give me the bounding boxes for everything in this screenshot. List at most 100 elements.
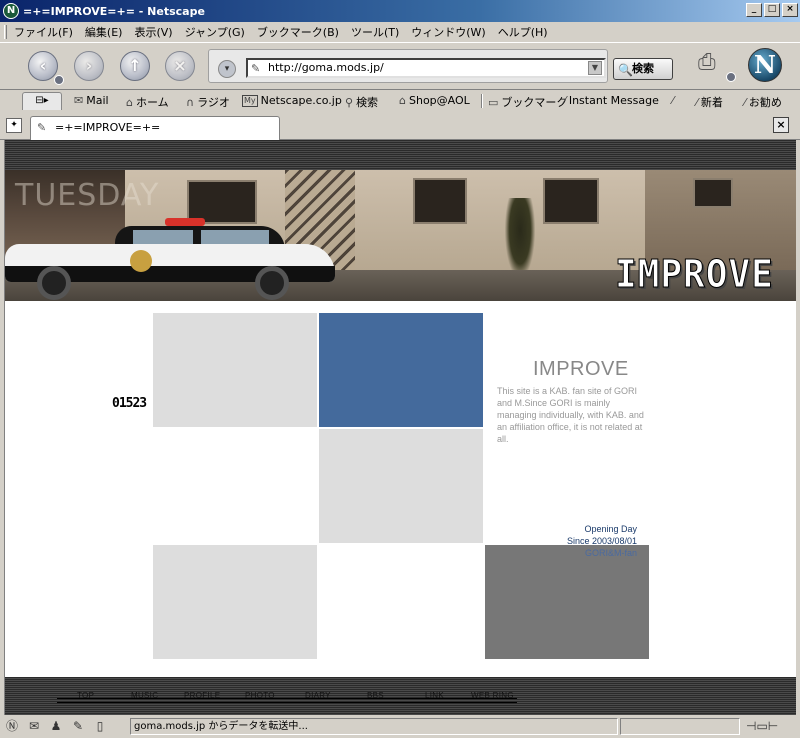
tile-light xyxy=(319,429,483,543)
netscape-status-icon[interactable]: Ⓝ xyxy=(4,719,20,734)
menu-help[interactable]: ヘルプ(H) xyxy=(498,24,548,40)
tab-improve[interactable]: ✎ =+=IMPROVE=+= xyxy=(30,116,280,140)
menu-file[interactable]: ファイル(F) xyxy=(14,24,73,40)
home-icon: ⌂ xyxy=(126,95,133,109)
opening-date: Since 2003/08/01 xyxy=(566,536,637,546)
banner-window xyxy=(413,178,467,224)
toolbar-item-recommended[interactable]: ⁄ お勧め xyxy=(744,94,782,110)
nav-link-diary[interactable]: DIARY xyxy=(305,691,331,701)
opening-label: Opening Day xyxy=(584,524,637,534)
banner-window xyxy=(543,178,599,224)
forward-button[interactable]: › xyxy=(74,51,104,81)
url-text: http://goma.mods.jp/ xyxy=(268,61,384,74)
print-icon[interactable]: ⎙ xyxy=(698,50,728,76)
visitor-counter: 01523 xyxy=(112,396,147,411)
online-status-icon[interactable]: ⊣▭⊢ xyxy=(746,719,778,733)
toolbar-item-netscape[interactable]: My Netscape.co.jp xyxy=(242,94,342,107)
stop-icon: × xyxy=(173,56,187,75)
site-description: This site is a KAB. fan site of GORI and… xyxy=(497,386,644,444)
nav-link-music[interactable]: MUSIC xyxy=(131,691,158,701)
toolbar-item-home[interactable]: ⌂ ホーム xyxy=(126,94,169,110)
page-icon: ✎ xyxy=(251,62,261,75)
link-icon: ⁄ xyxy=(564,94,566,107)
link-icon: ⁄ xyxy=(744,95,746,109)
netscape-logo-icon[interactable]: N xyxy=(748,48,782,82)
mail-icon[interactable]: ✉ xyxy=(26,719,42,734)
toolbar-item-shop[interactable]: ⌂ Shop@AOL xyxy=(399,94,470,107)
maximize-button[interactable]: □ xyxy=(764,3,780,17)
menu-tools[interactable]: ツール(T) xyxy=(351,24,399,40)
sidebar-toggle-button[interactable]: ⊟▸ xyxy=(22,92,62,110)
nav-link-top[interactable]: TOP xyxy=(77,691,94,701)
menu-view[interactable]: 表示(V) xyxy=(134,24,172,40)
radio-icon: ∩ xyxy=(186,95,195,109)
close-tab-button[interactable]: × xyxy=(773,117,789,133)
progress-bar xyxy=(620,718,740,735)
nav-link-photo[interactable]: PHOTO xyxy=(245,691,275,701)
footer-nav: TOP MUSIC PROFILE PHOTO DIARY BBS LINK W… xyxy=(57,691,517,703)
my-netscape-icon: My xyxy=(242,94,258,107)
minimize-button[interactable]: _ xyxy=(746,3,762,17)
toolbar-grip[interactable] xyxy=(4,25,7,39)
status-text: goma.mods.jp からデータを転送中... xyxy=(130,718,618,735)
back-history-dropdown[interactable] xyxy=(54,75,64,85)
nav-link-bbs[interactable]: BBS xyxy=(367,691,384,701)
page-icon: ✎ xyxy=(37,121,47,134)
window-title-bar[interactable]: N =+=IMPROVE=+= - Netscape _ □ × xyxy=(0,0,800,22)
menu-edit[interactable]: 編集(E) xyxy=(85,24,123,40)
header-banner-image: TUESDAY IMPROVE xyxy=(5,170,796,301)
reload-icon: ↑ xyxy=(128,56,142,75)
toolbar-item-new[interactable]: ⁄ 新着 xyxy=(696,94,723,110)
aim-icon[interactable]: ♟ xyxy=(48,719,64,734)
author-link[interactable]: GORI&M-fan xyxy=(525,547,637,559)
page-content: TUESDAY IMPROVE 01523 IMPROVE This site … xyxy=(4,140,796,715)
window-title: =+=IMPROVE=+= - Netscape xyxy=(23,4,205,18)
toolbar-item-extra[interactable]: ⁄ xyxy=(672,94,674,107)
url-dropdown-button[interactable]: ▼ xyxy=(588,61,602,75)
banner-police-car xyxy=(5,218,335,300)
mail-icon: ✉ xyxy=(74,94,84,107)
chevron-down-icon: ▾ xyxy=(224,64,230,74)
new-tab-icon[interactable]: ✦ xyxy=(6,118,22,133)
toolbar-item-search[interactable]: ⚲ 検索 xyxy=(345,94,378,110)
forward-arrow-icon: › xyxy=(85,56,93,75)
link-icon: ⁄ xyxy=(696,95,698,109)
opening-info: Opening Day Since 2003/08/01 GORI&M-fan xyxy=(525,523,637,559)
menu-bar: ファイル(F) 編集(E) 表示(V) ジャンプ(G) ブックマーク(B) ツー… xyxy=(0,22,800,42)
search-icon: ⚲ xyxy=(345,95,354,109)
go-button[interactable]: ▾ xyxy=(218,60,236,78)
nav-link-link[interactable]: LINK xyxy=(425,691,444,701)
tile-dark xyxy=(485,545,649,659)
url-input[interactable]: ✎ http://goma.mods.jp/ ▼ xyxy=(246,58,606,78)
personal-toolbar: ⊟▸ ✉ Mail ⌂ ホーム ∩ ラジオ My Netscape.co.jp ⚲ 検索 … xyxy=(0,90,800,112)
toolbar-item-instant-message[interactable]: ⁄ Instant Message xyxy=(564,94,659,107)
menu-window[interactable]: ウィンドウ(W) xyxy=(411,24,485,40)
window-controls: _ □ × xyxy=(746,3,798,17)
close-icon: × xyxy=(776,118,786,131)
banner-logo: IMPROVE xyxy=(615,252,774,297)
back-arrow-icon: ‹ xyxy=(39,56,47,75)
reload-button[interactable]: ↑ xyxy=(120,51,150,81)
toolbar-item-radio[interactable]: ∩ ラジオ xyxy=(186,94,230,110)
back-button[interactable]: ‹ xyxy=(28,51,58,81)
stop-button[interactable]: × xyxy=(165,51,195,81)
tile-blue xyxy=(319,313,483,427)
bookmark-icon: ▭ xyxy=(488,95,499,109)
close-button[interactable]: × xyxy=(782,3,798,17)
search-button[interactable]: 🔍 検索 xyxy=(613,58,673,80)
status-bar: Ⓝ ✉ ♟ ✎ ▯ goma.mods.jp からデータを転送中... ⊣▭⊢ xyxy=(0,715,800,738)
nav-link-profile[interactable]: PROFILE xyxy=(184,691,220,701)
header-stripe xyxy=(5,140,796,170)
print-dropdown[interactable] xyxy=(726,72,736,82)
menu-go[interactable]: ジャンプ(G) xyxy=(185,24,245,40)
status-icons: Ⓝ ✉ ♟ ✎ ▯ xyxy=(4,719,108,734)
search-button-label: 検索 xyxy=(632,62,654,75)
address-book-icon[interactable]: ▯ xyxy=(92,719,108,734)
composer-icon[interactable]: ✎ xyxy=(70,719,86,734)
banner-window xyxy=(693,178,733,208)
toolbar-item-mail[interactable]: ✉ Mail xyxy=(74,94,109,107)
nav-link-web-ring[interactable]: WEB RING xyxy=(471,691,514,701)
menu-bookmarks[interactable]: ブックマーク(B) xyxy=(257,24,339,40)
link-icon: ⁄ xyxy=(672,94,674,107)
toolbar-item-bookmarks[interactable]: ▭ ブックマーク xyxy=(488,94,567,110)
